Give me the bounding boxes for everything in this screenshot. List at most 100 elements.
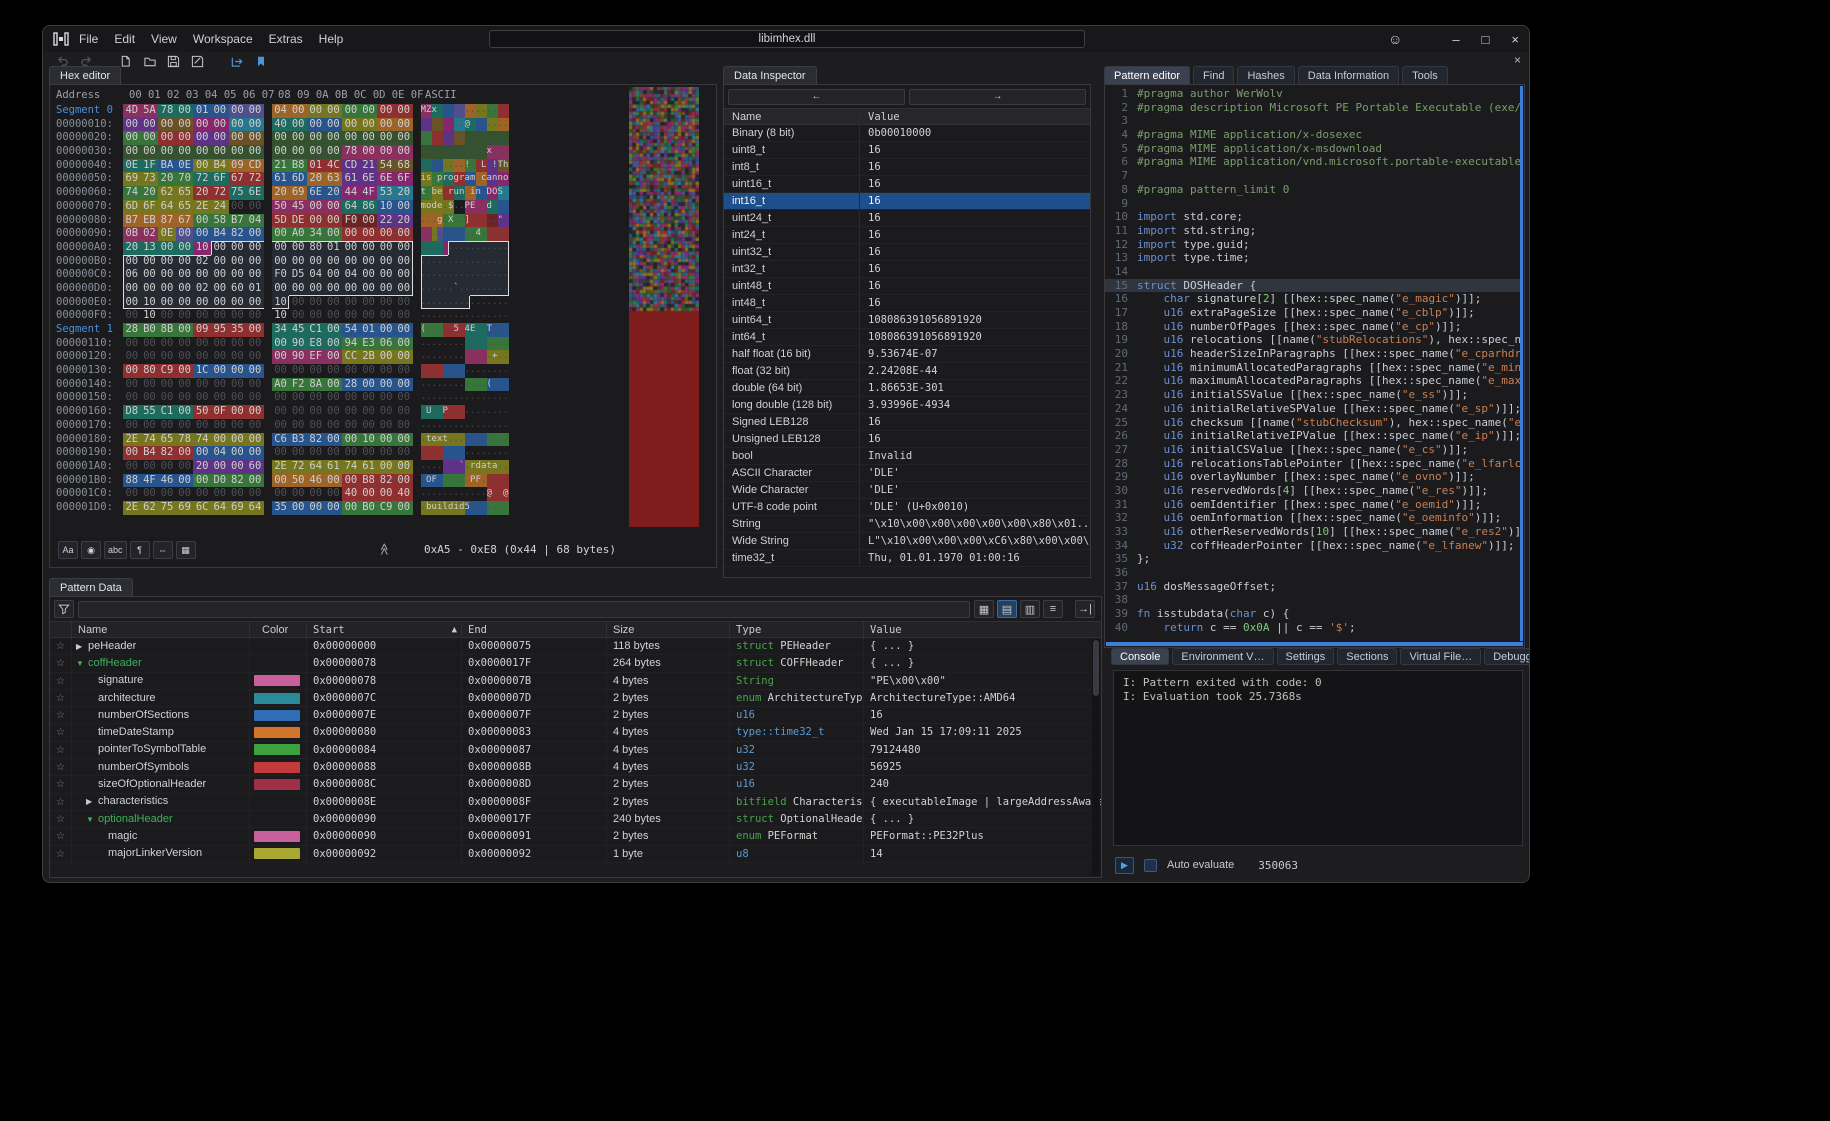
- hex-byte[interactable]: 00: [342, 296, 360, 310]
- hex-byte[interactable]: 00: [377, 296, 395, 310]
- hex-byte[interactable]: 80: [141, 364, 159, 378]
- hex-byte[interactable]: CC: [342, 350, 360, 364]
- hex-byte[interactable]: 01: [360, 323, 378, 337]
- pattern-view-icon-2[interactable]: ▥: [1020, 600, 1040, 618]
- hex-byte[interactable]: 4D: [123, 104, 141, 118]
- hex-byte[interactable]: 6D: [123, 200, 141, 214]
- inspector-row[interactable]: int16_t16: [724, 193, 1090, 210]
- hex-byte[interactable]: 0E: [158, 227, 176, 241]
- hex-byte[interactable]: 00: [176, 145, 194, 159]
- hex-byte[interactable]: 00: [395, 145, 413, 159]
- hex-byte[interactable]: 62: [158, 186, 176, 200]
- hex-byte[interactable]: 00: [158, 419, 176, 433]
- hex-byte[interactable]: 06: [377, 337, 395, 351]
- hex-byte[interactable]: 00: [229, 487, 247, 501]
- hex-byte[interactable]: 20: [123, 241, 141, 255]
- hex-byte[interactable]: 00: [272, 474, 290, 488]
- tab-environment-v[interactable]: Environment V…: [1172, 648, 1273, 665]
- hex-byte[interactable]: 00: [307, 296, 325, 310]
- hex-byte[interactable]: 00: [158, 118, 176, 132]
- hex-byte[interactable]: 00: [377, 282, 395, 296]
- hex-byte[interactable]: D5: [289, 268, 307, 282]
- hex-byte[interactable]: 2B: [360, 350, 378, 364]
- hex-byte[interactable]: 00: [123, 460, 141, 474]
- hex-byte[interactable]: 69: [176, 501, 194, 515]
- hex-byte[interactable]: 00: [193, 227, 211, 241]
- hex-byte[interactable]: 00: [325, 487, 343, 501]
- hex-byte[interactable]: 00: [377, 364, 395, 378]
- hex-byte[interactable]: 74: [193, 433, 211, 447]
- hex-byte[interactable]: 00: [229, 145, 247, 159]
- hex-byte[interactable]: 0F: [211, 405, 229, 419]
- hex-byte[interactable]: 80: [307, 241, 325, 255]
- hex-byte[interactable]: 64: [307, 460, 325, 474]
- hex-byte[interactable]: 09: [229, 159, 247, 173]
- hex-byte[interactable]: 00: [360, 227, 378, 241]
- hex-byte[interactable]: 00: [176, 131, 194, 145]
- hex-byte[interactable]: 00: [176, 337, 194, 351]
- hex-byte[interactable]: 20: [307, 172, 325, 186]
- hex-byte[interactable]: 00: [342, 474, 360, 488]
- inspector-forward-button[interactable]: →: [909, 89, 1086, 105]
- hex-byte[interactable]: 00: [272, 391, 290, 405]
- hex-byte[interactable]: 00: [158, 145, 176, 159]
- ascii-char[interactable]: .: [503, 460, 509, 474]
- hex-byte[interactable]: 00: [272, 487, 290, 501]
- hex-byte[interactable]: 00: [395, 104, 413, 118]
- hex-byte[interactable]: B4: [211, 227, 229, 241]
- hex-byte[interactable]: 00: [211, 364, 229, 378]
- hex-byte[interactable]: 64: [246, 501, 264, 515]
- hex-byte[interactable]: 67: [229, 172, 247, 186]
- menu-extras[interactable]: Extras: [269, 32, 303, 46]
- hex-byte[interactable]: 00: [325, 433, 343, 447]
- hex-byte[interactable]: 00: [342, 227, 360, 241]
- hex-byte[interactable]: 00: [176, 350, 194, 364]
- hex-byte[interactable]: 00: [123, 282, 141, 296]
- hex-byte[interactable]: 00: [211, 419, 229, 433]
- hex-byte[interactable]: 00: [289, 309, 307, 323]
- hex-byte[interactable]: 00: [211, 378, 229, 392]
- hex-byte[interactable]: B7: [229, 214, 247, 228]
- pattern-filter-input[interactable]: [78, 601, 970, 618]
- hex-byte[interactable]: 00: [246, 118, 264, 132]
- hex-byte[interactable]: 00: [211, 433, 229, 447]
- hex-byte[interactable]: 00: [289, 104, 307, 118]
- hex-byte[interactable]: 00: [289, 241, 307, 255]
- hex-byte[interactable]: 01: [325, 241, 343, 255]
- hex-byte[interactable]: 6C: [193, 501, 211, 515]
- ascii-char[interactable]: .: [503, 282, 509, 296]
- ascii-char[interactable]: .: [503, 309, 509, 323]
- hex-byte[interactable]: 00: [246, 255, 264, 269]
- inspector-row[interactable]: int24_t16: [724, 227, 1090, 244]
- hex-byte[interactable]: 4F: [360, 186, 378, 200]
- hex-byte[interactable]: 00: [395, 433, 413, 447]
- hex-byte[interactable]: 50: [193, 405, 211, 419]
- inspector-back-button[interactable]: ←: [728, 89, 905, 105]
- hex-byte[interactable]: 00: [289, 145, 307, 159]
- hex-byte[interactable]: 00: [325, 282, 343, 296]
- minimap[interactable]: [629, 87, 699, 527]
- hex-byte[interactable]: 00: [246, 268, 264, 282]
- code-vertical-scrollbar[interactable]: [1520, 86, 1523, 641]
- hex-byte[interactable]: 6E: [360, 172, 378, 186]
- hex-byte[interactable]: 00: [229, 104, 247, 118]
- feedback-icon[interactable]: ☺: [1388, 31, 1402, 47]
- ascii-char[interactable]: .: [503, 391, 509, 405]
- hex-byte[interactable]: 00: [123, 309, 141, 323]
- hex-byte[interactable]: 28: [123, 323, 141, 337]
- hex-byte[interactable]: 01: [246, 282, 264, 296]
- hex-byte[interactable]: 00: [193, 268, 211, 282]
- hex-byte[interactable]: 00: [229, 460, 247, 474]
- hex-byte[interactable]: 10: [141, 309, 159, 323]
- hex-byte[interactable]: 00: [377, 255, 395, 269]
- hex-byte[interactable]: 00: [176, 296, 194, 310]
- hex-byte[interactable]: 00: [229, 446, 247, 460]
- table-row[interactable]: ☆majorLinkerVersion0x000000920x000000921…: [50, 846, 1101, 863]
- inspector-row[interactable]: Wide StringL"\x10\x00\x00\x00\xC6\x80\x0…: [724, 533, 1090, 550]
- hex-byte[interactable]: 00: [193, 391, 211, 405]
- hex-byte[interactable]: 00: [193, 378, 211, 392]
- hex-byte[interactable]: C9: [377, 501, 395, 515]
- favorite-star-icon[interactable]: ☆: [50, 707, 72, 723]
- hex-byte[interactable]: E3: [360, 337, 378, 351]
- hex-byte[interactable]: 55: [141, 405, 159, 419]
